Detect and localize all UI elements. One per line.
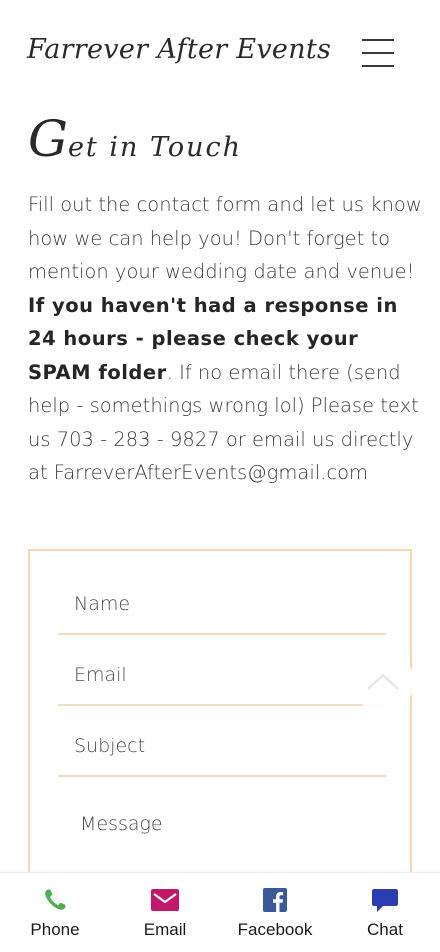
menu-bar (362, 52, 394, 54)
facebook-label: Facebook (237, 920, 313, 939)
page-title: Get in Touch (28, 110, 242, 168)
phone-button[interactable]: Phone (0, 873, 110, 952)
menu-bar (362, 39, 394, 41)
scroll-to-top-button[interactable] (352, 651, 414, 713)
site-header: Farrever After Events (0, 0, 440, 100)
chat-icon (372, 889, 398, 912)
chat-button[interactable]: Chat (330, 873, 440, 952)
envelope-icon (151, 889, 179, 911)
email-placeholder: Email (74, 664, 127, 686)
facebook-button[interactable]: Facebook (220, 873, 330, 952)
menu-bar (362, 65, 394, 67)
chevron-up-icon (367, 673, 399, 690)
phone-icon (45, 889, 66, 910)
brand-logo-text[interactable]: Farrever After Events (27, 34, 331, 65)
phone-label: Phone (30, 920, 80, 939)
email-label: Email (143, 920, 187, 939)
facebook-icon (263, 888, 287, 912)
intro-paragraph: Fill out the contact form and let us kno… (28, 188, 428, 490)
intro-text-1: Fill out the contact form and let us kno… (28, 193, 422, 283)
email-field[interactable]: Email (58, 636, 386, 706)
subject-placeholder: Subject (74, 735, 146, 757)
name-field[interactable]: Name (58, 565, 386, 635)
title-initial: G (28, 110, 68, 168)
hamburger-menu-icon[interactable] (361, 37, 395, 69)
message-field[interactable]: Message (80, 813, 163, 835)
email-button[interactable]: Email (110, 873, 220, 952)
bottom-action-bar: Phone Email Facebook Chat (0, 872, 440, 952)
subject-field[interactable]: Subject (58, 707, 386, 777)
chat-label: Chat (367, 920, 403, 939)
name-placeholder: Name (74, 593, 131, 615)
title-rest: et in Touch (67, 132, 243, 163)
